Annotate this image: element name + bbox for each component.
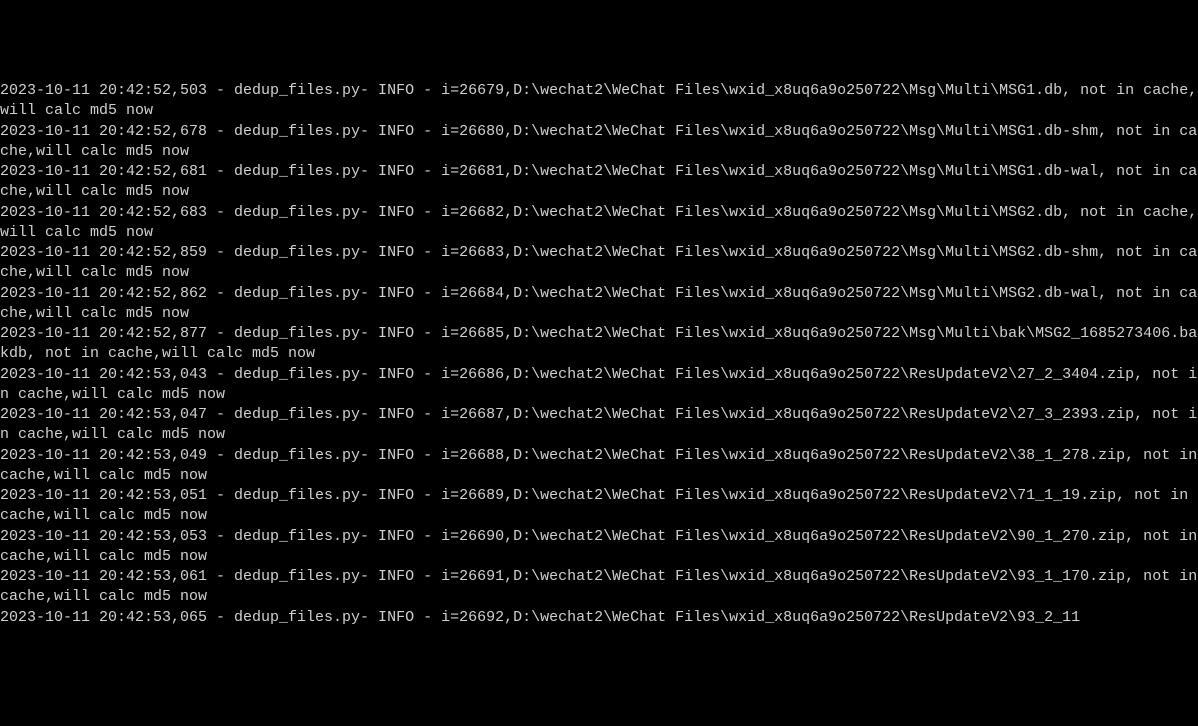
log-line: 2023-10-11 20:42:52,503 - dedup_files.py… xyxy=(0,82,1197,119)
log-line: 2023-10-11 20:42:53,065 - dedup_files.py… xyxy=(0,609,1080,626)
log-line: 2023-10-11 20:42:52,681 - dedup_files.py… xyxy=(0,163,1197,200)
log-line: 2023-10-11 20:42:52,862 - dedup_files.py… xyxy=(0,285,1197,322)
log-line: 2023-10-11 20:42:52,877 - dedup_files.py… xyxy=(0,325,1197,362)
log-line: 2023-10-11 20:42:53,061 - dedup_files.py… xyxy=(0,568,1198,605)
terminal-output: 2023-10-11 20:42:52,503 - dedup_files.py… xyxy=(0,81,1198,625)
log-line: 2023-10-11 20:42:52,678 - dedup_files.py… xyxy=(0,123,1197,160)
log-line: 2023-10-11 20:42:52,683 - dedup_files.py… xyxy=(0,204,1197,241)
log-line: 2023-10-11 20:42:53,051 - dedup_files.py… xyxy=(0,487,1197,524)
log-line: 2023-10-11 20:42:53,049 - dedup_files.py… xyxy=(0,447,1198,484)
log-line: 2023-10-11 20:42:53,043 - dedup_files.py… xyxy=(0,366,1197,403)
log-line: 2023-10-11 20:42:53,047 - dedup_files.py… xyxy=(0,406,1197,443)
log-line: 2023-10-11 20:42:52,859 - dedup_files.py… xyxy=(0,244,1197,281)
log-line: 2023-10-11 20:42:53,053 - dedup_files.py… xyxy=(0,528,1198,565)
